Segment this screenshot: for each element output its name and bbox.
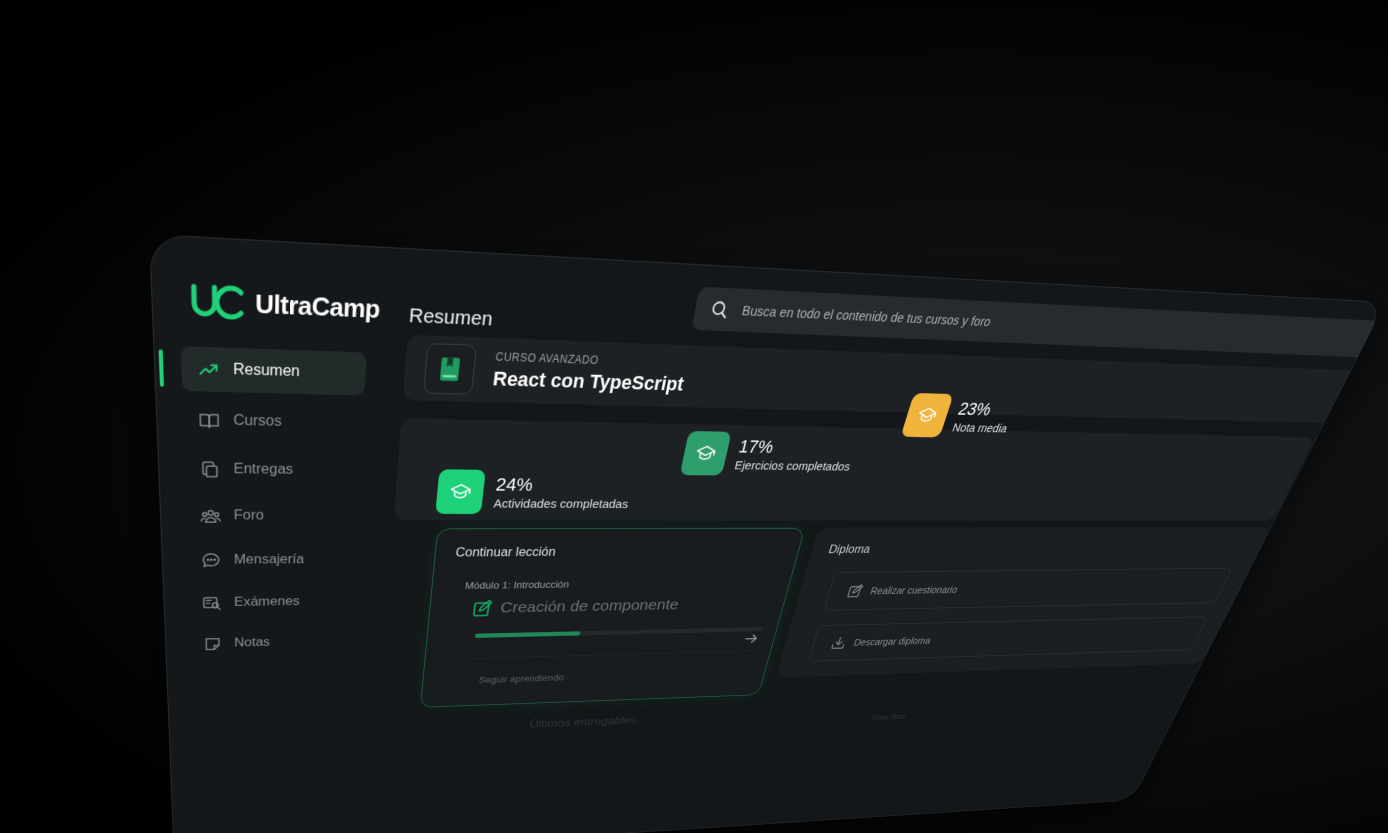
exam-search-icon [202,595,222,612]
keep-learning-link[interactable]: Seguir aprendiendo [478,672,565,685]
stats-card: 24% Actividades completadas 17% Ejercici… [393,392,1316,521]
stat-activities: 24% Actividades completadas [435,469,634,514]
course-meta: CURSO AVANZADO React con TypeScript [492,350,689,396]
sidebar-item-notas[interactable]: Notas [189,624,352,662]
final-grade-column: Nota final [870,711,908,723]
lesson-name: Creación de componente [499,596,681,617]
take-quiz-button[interactable]: Realizar cuestionario [823,567,1233,611]
sidebar: UltraCamp Resumen Cursos Entregas Foro M… [150,235,387,833]
graduation-cap-icon [693,443,718,464]
search-input[interactable] [738,301,1329,345]
stat-average-grade: 23% Nota media [900,392,1019,439]
course-kicker: CURSO AVANZADO [494,350,600,367]
lesson-row: Creación de componente [471,596,681,618]
course-name: React con TypeScript [491,367,686,395]
lesson-divider [469,650,757,659]
stat-badge [679,430,732,476]
sidebar-nav: Resumen Cursos Entregas Foro Mensajería … [154,345,380,668]
stat-label: Actividades completadas [492,496,630,511]
chat-bubble-icon [201,552,221,570]
lesson-module: Módulo 1: Introducción [464,578,571,592]
sidebar-item-label: Notas [234,636,271,650]
sidebar-item-label: Resumen [233,361,301,380]
lesson-progress-fill [474,631,581,638]
diploma-card: Diploma Realizar cuestionario Descargar … [775,527,1271,678]
app-window: UltraCamp Resumen Cursos Entregas Foro M… [150,235,1385,833]
copy-icon [199,460,220,480]
sidebar-item-cursos[interactable]: Cursos [182,399,364,445]
search-bar[interactable] [690,286,1384,358]
download-diploma-button[interactable]: Descargar diploma [808,616,1209,662]
lesson-progress-bar [474,627,764,638]
sidebar-item-examenes[interactable]: Exámenes [187,584,353,622]
stat-text: 23% Nota media [951,398,1018,435]
main-content: Resumen CURSO AVANZADO React con TypeScr… [349,248,1385,833]
page-title: Resumen [408,304,494,331]
course-icon-box [423,343,477,395]
sidebar-item-label: Exámenes [234,595,300,610]
arrow-right-icon[interactable] [742,631,761,646]
stat-value: 24% [494,473,535,495]
logo[interactable]: UltraCamp [190,282,381,327]
stat-value: 23% [955,398,995,419]
ultracamp-logo-icon [190,282,248,321]
brand-name: UltraCamp [255,287,381,324]
trending-up-icon [197,359,219,381]
sticky-note-icon [203,636,222,653]
sidebar-item-label: Entregas [233,461,294,478]
sidebar-item-mensajeria[interactable]: Mensajería [186,541,356,579]
stat-label: Ejercicios completados [733,458,852,474]
sidebar-item-entregas[interactable]: Entregas [184,449,362,491]
search-icon [708,299,731,320]
graduation-cap-icon [448,481,472,503]
diploma-title: Diploma [827,543,872,557]
sidebar-item-resumen[interactable]: Resumen [180,346,367,396]
edit-icon [845,584,865,599]
stat-badge [435,469,486,514]
users-icon [200,507,221,526]
book-open-icon [198,410,220,431]
stat-text: 17% Ejercicios completados [733,436,858,474]
sidebar-item-foro[interactable]: Foro [185,496,359,535]
download-diploma-label: Descargar diploma [852,635,933,648]
take-quiz-label: Realizar cuestionario [868,584,960,597]
pencil-square-icon [471,599,494,618]
stat-value: 17% [737,435,776,457]
sidebar-item-label: Cursos [233,412,282,430]
sidebar-item-label: Foro [233,508,264,523]
sidebar-item-label: Mensajería [233,552,305,567]
graduation-cap-icon [914,405,940,426]
stage: UltraCamp Resumen Cursos Entregas Foro M… [0,0,1388,833]
latest-deliverables-title: Últimos entregables [528,713,638,731]
stat-text: 24% Actividades completadas [493,474,634,511]
download-icon [829,636,848,651]
stat-exercises: 17% Ejercicios completados [679,430,860,477]
continue-lesson-card[interactable]: Continuar lección Módulo 1: Introducción… [419,527,806,708]
stat-label: Nota media [950,420,1010,436]
bookmark-book-icon [439,357,461,382]
lesson-card-title: Continuar lección [454,545,557,560]
